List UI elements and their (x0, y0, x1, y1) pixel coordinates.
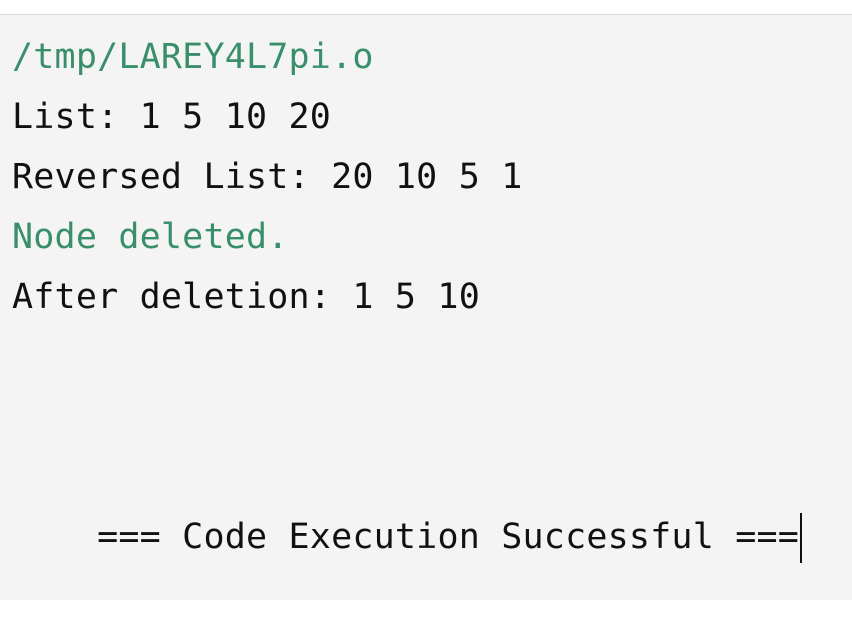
success-text: === Code Execution Successful === (97, 517, 800, 557)
output-path-line: /tmp/LAREY4L7pi.o (12, 37, 374, 77)
output-deleted-line: Node deleted. (12, 217, 289, 257)
output-reversed-line: Reversed List: 20 10 5 1 (12, 157, 523, 197)
top-divider (0, 0, 852, 15)
output-success-line: === Code Execution Successful === (12, 447, 852, 563)
empty-output-space (12, 327, 852, 447)
text-cursor (800, 513, 803, 563)
console-output[interactable]: /tmp/LAREY4L7pi.o List: 1 5 10 20 Revers… (0, 15, 852, 600)
output-list-line: List: 1 5 10 20 (12, 97, 332, 137)
output-after-deletion-line: After deletion: 1 5 10 (12, 277, 480, 317)
